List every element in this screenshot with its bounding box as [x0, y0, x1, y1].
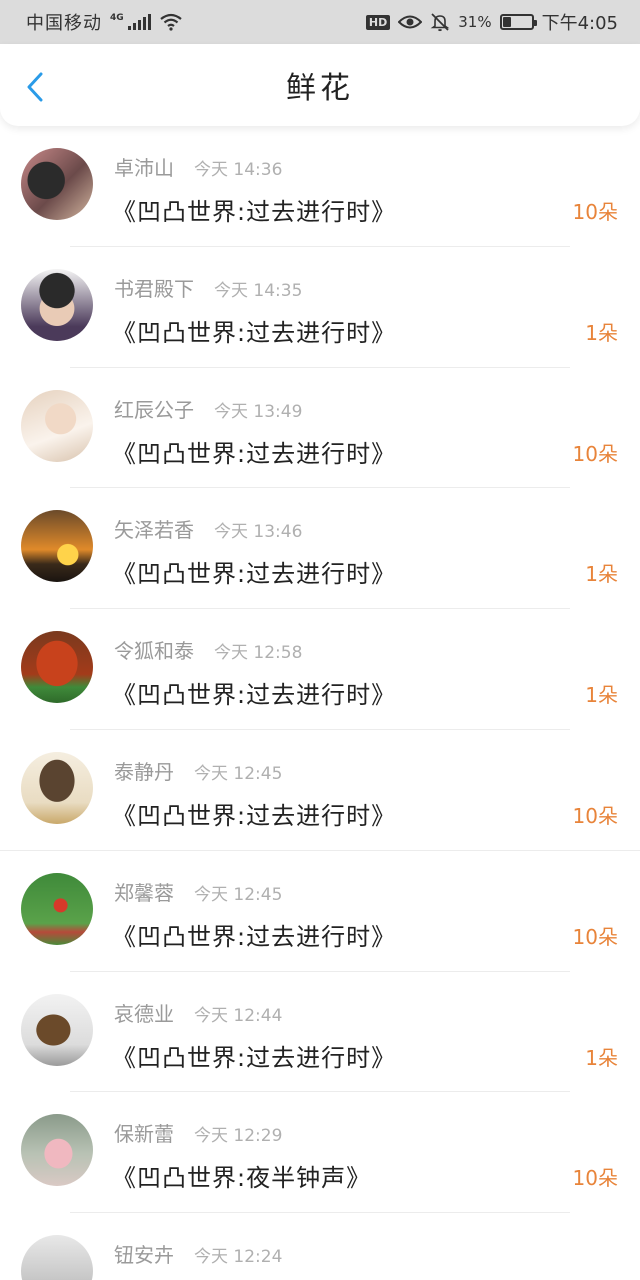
avatar[interactable] [21, 751, 93, 824]
record-time: 今天 14:36 [194, 160, 283, 180]
list-item[interactable]: 钮安卉 今天 12:24 [0, 1213, 640, 1280]
signal-icon [127, 14, 151, 30]
eye-icon [398, 15, 423, 29]
record-time: 今天 12:45 [194, 884, 283, 905]
flower-count: 1朵 [585, 683, 618, 708]
user-name[interactable]: 令狐和泰 [114, 639, 194, 663]
record-meta: 钮安卉 今天 12:24 [114, 1239, 282, 1268]
record-meta: 书君殿下 今天 14:35 [114, 273, 302, 302]
battery-level [502, 17, 512, 27]
battery-icon [499, 14, 537, 30]
wifi-icon [159, 13, 182, 31]
page-title: 鲜花 [286, 71, 354, 106]
record-meta: 令狐和泰 今天 12:58 [114, 635, 302, 664]
record-meta: 保新蕾 今天 12:29 [114, 1118, 282, 1147]
book-title[interactable]: 《凹凸世界:过去进行时》 [112, 192, 396, 227]
record-meta: 红辰公子 今天 13:49 [114, 394, 302, 423]
record-time: 今天 13:46 [214, 522, 303, 543]
flower-count: 10朵 [572, 1166, 618, 1191]
avatar[interactable] [21, 631, 93, 704]
status-left: 中国移动 4G [26, 9, 183, 35]
record-meta: 矢泽若香 今天 13:46 [114, 514, 302, 543]
user-name[interactable]: 钮安卉 [114, 1243, 174, 1267]
list-item[interactable]: 卓沛山 今天 14:36 《凹凸世界:过去进行时》 10朵 [0, 126, 640, 247]
record-time: 今天 12:24 [194, 1247, 283, 1268]
record-time: 今天 12:29 [194, 1126, 283, 1147]
user-name[interactable]: 郑馨蓉 [114, 881, 174, 905]
record-meta: 哀德业 今天 12:44 [114, 998, 282, 1027]
book-title[interactable]: 《凹凸世界:过去进行时》 [112, 675, 396, 710]
user-name[interactable]: 泰静丹 [114, 760, 174, 784]
record-time: 今天 12:44 [194, 1005, 283, 1026]
mute-bell-icon [430, 13, 450, 32]
flower-count: 10朵 [572, 200, 618, 224]
book-title[interactable]: 《凹凸世界:过去进行时》 [112, 796, 396, 831]
book-title[interactable]: 《凹凸世界:过去进行时》 [112, 313, 396, 348]
list-item[interactable]: 泰静丹 今天 12:45 《凹凸世界:过去进行时》 10朵 [0, 730, 640, 851]
book-title[interactable]: 《凹凸世界:过去进行时》 [112, 917, 396, 952]
list-item[interactable]: 哀德业 今天 12:44 《凹凸世界:过去进行时》 1朵 [0, 972, 640, 1093]
record-time: 今天 14:35 [214, 280, 303, 301]
user-name[interactable]: 矢泽若香 [114, 518, 194, 542]
flower-count: 1朵 [585, 320, 618, 345]
book-title[interactable]: 《凹凸世界:过去进行时》 [112, 1038, 396, 1073]
record-time: 今天 12:58 [214, 643, 303, 664]
nav-header: 鲜花 [0, 44, 640, 126]
flower-count: 10朵 [572, 803, 618, 828]
user-name[interactable]: 书君殿下 [114, 277, 194, 301]
book-title[interactable]: 《凹凸世界:过去进行时》 [112, 434, 396, 469]
user-name[interactable]: 卓沛山 [114, 156, 174, 180]
avatar[interactable] [21, 510, 93, 583]
record-time: 今天 12:45 [194, 763, 283, 784]
list-item[interactable]: 郑馨蓉 今天 12:45 《凹凸世界:过去进行时》 10朵 [0, 851, 640, 972]
list-item[interactable]: 矢泽若香 今天 13:46 《凹凸世界:过去进行时》 1朵 [0, 488, 640, 610]
battery-percent: 31% [458, 13, 492, 31]
list-item[interactable]: 令狐和泰 今天 12:58 《凹凸世界:过去进行时》 1朵 [0, 609, 640, 730]
user-name[interactable]: 红辰公子 [114, 398, 194, 422]
record-meta: 泰静丹 今天 12:45 [114, 756, 282, 785]
back-button[interactable] [22, 72, 48, 102]
hd-badge: HD [365, 14, 391, 30]
chevron-left-icon [27, 72, 43, 102]
book-title[interactable]: 《凹凸世界:夜半钟声》 [112, 1158, 371, 1193]
list-item[interactable]: 保新蕾 今天 12:29 《凹凸世界:夜半钟声》 10朵 [0, 1092, 640, 1214]
flower-count: 1朵 [585, 562, 618, 587]
avatar[interactable] [21, 268, 93, 341]
avatar[interactable] [21, 148, 93, 220]
avatar[interactable] [21, 1235, 93, 1280]
clock: 下午4:05 [541, 13, 618, 34]
flower-count: 10朵 [572, 441, 618, 466]
list-item[interactable]: 红辰公子 今天 13:49 《凹凸世界:过去进行时》 10朵 [0, 368, 640, 489]
record-time: 今天 13:49 [214, 401, 303, 422]
avatar[interactable] [21, 993, 93, 1066]
avatar[interactable] [21, 389, 93, 462]
status-bar: 中国移动 4G HD 31% 下午4:05 [0, 0, 640, 44]
carrier-label: 中国移动 [26, 13, 102, 34]
flower-count: 10朵 [572, 924, 618, 949]
network-type-label: 4G [110, 13, 124, 23]
avatar[interactable] [21, 872, 93, 945]
flower-count: 1朵 [585, 1045, 618, 1070]
list-item[interactable]: 书君殿下 今天 14:35 《凹凸世界:过去进行时》 1朵 [0, 247, 640, 368]
record-meta: 郑馨蓉 今天 12:45 [114, 877, 282, 906]
avatar[interactable] [21, 1114, 93, 1187]
user-name[interactable]: 哀德业 [114, 1002, 174, 1026]
record-meta: 卓沛山 今天 14:36 [114, 152, 282, 181]
user-name[interactable]: 保新蕾 [114, 1122, 174, 1146]
status-right: HD 31% 下午4:05 [365, 9, 618, 35]
book-title[interactable]: 《凹凸世界:过去进行时》 [112, 554, 396, 589]
flower-record-list: 卓沛山 今天 14:36 《凹凸世界:过去进行时》 10朵 书君殿下 今天 14:3… [0, 126, 640, 1280]
